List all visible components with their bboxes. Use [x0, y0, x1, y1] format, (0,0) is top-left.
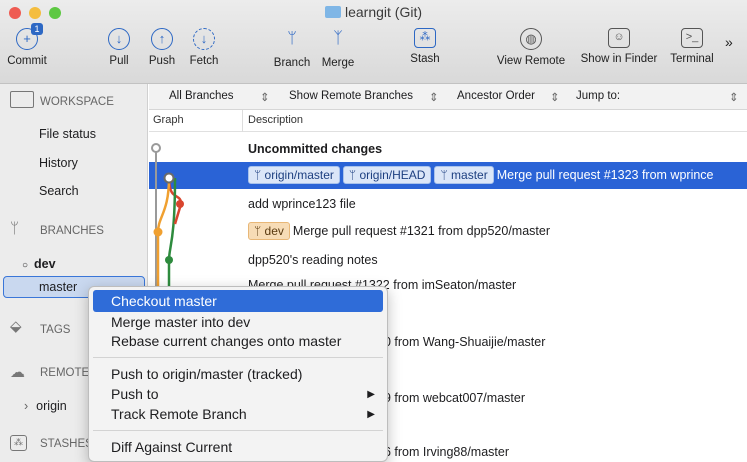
commit-node[interactable] [165, 256, 173, 264]
view-remote-label: View Remote [496, 55, 566, 67]
branch-tag: ᛘ dev [248, 222, 290, 240]
menu-item-track-remote[interactable]: Track Remote Branch [111, 406, 247, 422]
chevron-updown-icon: ⇕ [260, 92, 270, 104]
branch-icon: ᛘ [348, 168, 360, 182]
chevron-right-icon: › [24, 399, 29, 413]
pull-label: Pull [109, 55, 129, 67]
commit-description: Merge pull request #1323 from wprince [496, 168, 714, 182]
submenu-arrow-icon: ▶ [367, 409, 375, 420]
merge-button[interactable]: ᛉ Merge [318, 28, 358, 69]
branch-button[interactable]: ᛘ Branch [271, 28, 313, 69]
titlebar: learngit (Git) +1 Commit ↓ Pull ↑ Push ↓ Fe… [0, 0, 747, 84]
terminal-icon: >_ [681, 28, 703, 48]
ancestor-order-select[interactable]: Ancestor Order [457, 90, 535, 102]
commit-node[interactable] [176, 200, 184, 208]
merge-icon: ᛉ [333, 30, 343, 47]
pull-icon: ↓ [108, 28, 130, 50]
chevron-updown-icon: ⇕ [550, 92, 560, 104]
branch-tag: ᛘ origin/master [248, 166, 340, 184]
commit-description-group: ᛘ dev Merge pull request #1321 from dpp52… [248, 222, 550, 240]
pull-button[interactable]: ↓ Pull [104, 28, 134, 67]
show-in-finder-label: Show in Finder [580, 53, 658, 65]
sidebar-item-origin-label: origin [36, 399, 67, 413]
filter-bar: All Branches ⇕ Show Remote Branches ⇕ An… [149, 84, 747, 110]
cloud-icon: ☁ [10, 364, 25, 381]
push-label: Push [148, 55, 176, 67]
submenu-arrow-icon: ▶ [367, 389, 375, 400]
commit-description: 16 from Irving88/master [377, 445, 509, 459]
window-title: learngit (Git) [0, 4, 747, 20]
commit-description: Merge pull request #1321 from dpp520/mas… [292, 224, 550, 238]
window-title-text: learngit (Git) [344, 4, 423, 20]
chevron-updown-icon: ⇕ [429, 92, 439, 104]
column-header: Graph Description [149, 110, 747, 132]
branch-context-menu: Checkout master Merge master into dev Re… [88, 286, 388, 462]
commit-badge: 1 [31, 23, 43, 35]
column-divider [242, 110, 243, 132]
toolbar-overflow-button[interactable]: » [725, 34, 733, 50]
globe-icon: ◍ [520, 28, 542, 50]
tag-icon: ⬙ [10, 318, 22, 335]
branch-icon: ᛘ [254, 224, 265, 238]
commit-label: Commit [7, 55, 47, 67]
stash-icon: ⁂ [10, 435, 27, 451]
menu-item-merge[interactable]: Merge master into dev [111, 314, 250, 330]
menu-separator [93, 430, 383, 431]
menu-item-push-origin[interactable]: Push to origin/master (tracked) [111, 366, 302, 382]
fetch-label: Fetch [189, 55, 219, 67]
commit-node[interactable] [151, 143, 161, 153]
workspace-icon [10, 91, 34, 108]
branch-tag-label: dev [264, 224, 284, 238]
chevron-updown-icon: ⇕ [729, 92, 739, 104]
commit-node[interactable] [153, 227, 163, 237]
description-column-header[interactable]: Description [248, 114, 303, 126]
jump-to-select[interactable]: Jump to: [576, 90, 620, 102]
commit-button[interactable]: +1 Commit [7, 23, 47, 67]
stash-label: Stash [410, 53, 440, 65]
folder-icon [324, 6, 341, 18]
fetch-icon: ↓ [193, 28, 215, 50]
fetch-button[interactable]: ↓ Fetch [186, 28, 222, 67]
branch-icon: ᛘ [287, 30, 297, 47]
branch-icon: ᛘ [254, 168, 265, 182]
branch-tag-label: origin/HEAD [359, 168, 426, 182]
branch-tag-label: origin/master [264, 168, 334, 182]
branch-tag-label: master [451, 168, 488, 182]
commit-description: 20 from Wang-Shuaijie/master [377, 335, 546, 349]
merge-label: Merge [321, 57, 355, 69]
branch-label: Branch [273, 57, 311, 69]
menu-item-diff[interactable]: Diff Against Current [111, 439, 232, 455]
menu-item-push-to[interactable]: Push to [111, 386, 158, 402]
sidebar-item-dev-label: dev [34, 257, 56, 271]
branch-icon: ᛘ [10, 220, 20, 237]
commit-description: add wprince123 file [248, 197, 356, 211]
stash-button[interactable]: ⁂ Stash [408, 28, 442, 65]
commit-description: 19 from webcat007/master [377, 391, 525, 405]
branch-tag: ᛘ master [434, 166, 494, 184]
commit-description: Uncommitted changes [248, 142, 383, 156]
terminal-button[interactable]: >_ Terminal [667, 28, 717, 65]
graph-column-header[interactable]: Graph [153, 114, 184, 126]
sourcetree-window: learngit (Git) +1 Commit ↓ Pull ↑ Push ↓ Fe… [0, 0, 747, 462]
view-remote-button[interactable]: ◍ View Remote [493, 28, 569, 67]
finder-icon: ☺ [608, 28, 630, 48]
menu-item-checkout[interactable]: Checkout master [93, 290, 383, 312]
terminal-label: Terminal [670, 53, 714, 65]
show-remote-branches-select[interactable]: Show Remote Branches [289, 90, 413, 102]
commit-icon: +1 [16, 23, 43, 50]
commit-node[interactable] [163, 172, 175, 184]
all-branches-select[interactable]: All Branches [169, 90, 234, 102]
commit-description-group: ᛘ origin/master ᛘ origin/HEAD ᛘ master Merg… [248, 166, 714, 184]
sidebar-item-dev[interactable]: ○ dev [22, 257, 170, 271]
stash-icon: ⁂ [414, 28, 436, 48]
push-icon: ↑ [151, 28, 173, 50]
current-branch-icon: ○ [22, 260, 29, 271]
commit-description: dpp520's reading notes [248, 253, 378, 267]
show-in-finder-button[interactable]: ☺ Show in Finder [576, 28, 662, 65]
push-button[interactable]: ↑ Push [146, 28, 178, 67]
menu-item-rebase[interactable]: Rebase current changes onto master [111, 333, 341, 349]
branch-tag: ᛘ origin/HEAD [342, 166, 432, 184]
branch-icon: ᛘ [440, 168, 452, 182]
menu-separator [93, 357, 383, 358]
